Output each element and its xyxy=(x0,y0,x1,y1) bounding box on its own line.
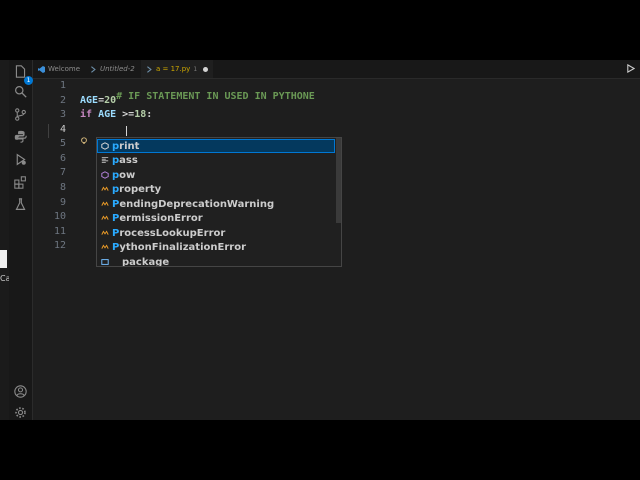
class-icon xyxy=(100,200,109,209)
comment-text: # IF STATEMENT IN USED IN PYTHONE xyxy=(116,91,315,102)
function-icon xyxy=(100,142,109,151)
lightbulb-icon[interactable] xyxy=(80,137,88,147)
tab-label: a = 17.py xyxy=(156,65,191,73)
suggestion-label: ermissionError xyxy=(119,212,203,224)
suggestion-item[interactable]: PythonFinalizationError xyxy=(97,240,335,254)
autocomplete-suggestions: p rint p ass p ow p roperty PendingDeprecati… xyxy=(96,137,342,267)
editor-tab-bar: Welcome Untitled-2 a = 17.py 1 xyxy=(33,60,640,79)
suggestion-item[interactable]: ProcessLookupError xyxy=(97,226,335,240)
line-number: 7 xyxy=(59,167,66,178)
keyword-token: if xyxy=(80,109,93,120)
number-token: 18 xyxy=(134,109,147,120)
variable-token: AGE xyxy=(80,95,99,106)
suggestion-item[interactable]: p rint xyxy=(97,139,335,153)
suggestion-label: ythonFinalizationError xyxy=(119,241,246,253)
suggestion-match: p xyxy=(112,154,120,166)
line-number: 5 xyxy=(59,138,66,149)
file-icon xyxy=(90,65,97,73)
settings-gear-icon[interactable] xyxy=(13,405,28,420)
tab-modified-count: 1 xyxy=(193,65,198,73)
suggestion-item[interactable]: p ow xyxy=(97,168,335,182)
indent-guide xyxy=(48,124,49,138)
explorer-icon[interactable]: 1 xyxy=(13,64,33,85)
tab-label: Welcome xyxy=(48,65,81,73)
class-icon xyxy=(100,243,109,252)
tab-untitled-2[interactable]: Untitled-2 xyxy=(85,60,140,78)
function-icon xyxy=(100,171,109,180)
suggestion-match: p xyxy=(112,183,120,195)
account-icon[interactable] xyxy=(13,384,28,399)
python-file-icon xyxy=(146,65,153,73)
suggestion-label: ow xyxy=(119,169,136,181)
colon-token: : xyxy=(146,109,153,120)
suggestion-label: rocessLookupError xyxy=(119,227,226,239)
code-line-3: if AGE >=18: xyxy=(80,109,152,120)
tab-welcome[interactable]: Welcome xyxy=(33,60,85,78)
run-debug-icon[interactable] xyxy=(13,152,28,167)
suggestion-item[interactable]: PermissionError xyxy=(97,211,335,225)
run-file-icon[interactable] xyxy=(626,63,636,74)
line-number: 4 xyxy=(59,124,66,135)
number-token: 20 xyxy=(104,95,117,106)
vscode-icon xyxy=(38,65,45,73)
line-number: 6 xyxy=(59,153,66,164)
search-icon[interactable] xyxy=(13,84,28,99)
suggestion-match: P xyxy=(112,241,120,253)
unsaved-dot-icon[interactable] xyxy=(203,66,209,72)
suggestion-label: __package__ xyxy=(112,256,180,267)
variable-token: AGE xyxy=(98,109,117,120)
suggestion-match: P xyxy=(112,212,120,224)
code-line-2: AGE=20 xyxy=(80,95,116,106)
tab-label: Untitled-2 xyxy=(100,65,135,73)
line-number: 8 xyxy=(59,182,66,193)
activity-bar: 1 xyxy=(9,60,33,420)
suggestion-label: ass xyxy=(119,154,138,166)
suggestion-match: P xyxy=(112,227,120,239)
source-control-icon[interactable] xyxy=(13,107,28,122)
suggestion-item[interactable]: __package__ xyxy=(97,255,335,267)
suggestion-match: p xyxy=(112,140,120,152)
text-cursor xyxy=(126,126,127,136)
line-number: 10 xyxy=(53,211,66,222)
vscode-window: Ca 1 Welcome Untitled-2 a = 17.py 1 1 2 … xyxy=(0,60,640,420)
line-number: 11 xyxy=(53,226,66,237)
keyword-icon xyxy=(100,156,109,165)
suggestion-match: P xyxy=(112,198,120,210)
variable-icon xyxy=(100,258,109,267)
suggestions-scrollbar[interactable] xyxy=(336,138,341,223)
operator-token: >= xyxy=(116,109,135,120)
testing-icon[interactable] xyxy=(13,197,28,212)
suggestion-match: p xyxy=(112,169,120,181)
background-window-strip xyxy=(0,250,7,268)
suggestion-item[interactable]: p ass xyxy=(97,153,335,167)
suggestion-label: endingDeprecationWarning xyxy=(119,198,275,210)
line-number: 12 xyxy=(53,240,66,251)
extensions-icon[interactable] xyxy=(13,175,28,190)
line-number: 3 xyxy=(59,109,66,120)
suggestion-item[interactable]: p roperty xyxy=(97,182,335,196)
suggestion-item[interactable]: PendingDeprecationWarning xyxy=(97,197,335,211)
class-icon xyxy=(100,229,109,238)
suggestion-label: roperty xyxy=(119,183,162,195)
class-icon xyxy=(100,214,109,223)
line-number: 1 xyxy=(59,80,66,91)
line-number: 2 xyxy=(59,95,66,106)
python-icon[interactable] xyxy=(13,129,28,144)
tab-a-17-py[interactable]: a = 17.py 1 xyxy=(141,60,214,78)
class-icon xyxy=(100,185,109,194)
background-window-edge: Ca xyxy=(0,60,11,420)
line-number: 9 xyxy=(59,197,66,208)
suggestion-label: rint xyxy=(119,140,140,152)
